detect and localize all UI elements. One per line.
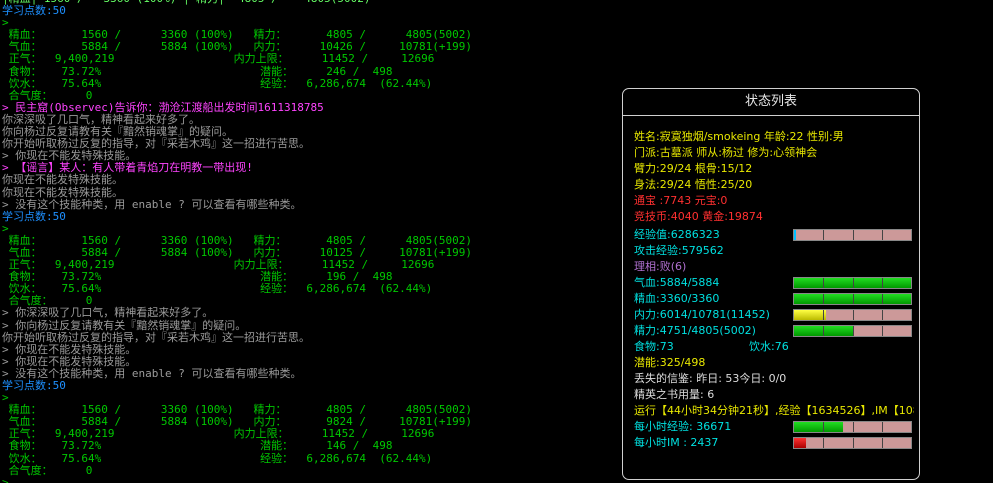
- bar-divider: [823, 422, 825, 432]
- terminal-line: > 你深深吸了几口气，精神看起来好多了。: [2, 306, 214, 320]
- bar-divider: [881, 278, 883, 288]
- sect-line: 门派:古墓派 师从:杨过 修为:心领神会: [634, 146, 818, 159]
- attr-line-1: 臂力:29/24 根骨:15/12: [634, 162, 753, 175]
- bar-divider: [852, 326, 854, 336]
- bar-divider: [881, 310, 883, 320]
- im-hour-label: 每小时IM : 2437: [634, 436, 719, 449]
- bar-divider: [881, 294, 883, 304]
- tongbao-line: 通宝 :7743 元宝:0: [634, 194, 728, 207]
- bar-divider: [852, 278, 854, 288]
- bar-divider: [823, 278, 825, 288]
- neili-label: 内力:6014/10781(11452): [634, 308, 770, 321]
- bar-divider: [852, 294, 854, 304]
- jingli-label: 精力:4751/4805(5002): [634, 324, 756, 337]
- bar-divider: [823, 294, 825, 304]
- terminal-line: 饮水： 75.64% 经验： 6,286,674 (62.44%): [2, 451, 433, 465]
- bar-divider: [852, 422, 854, 432]
- exp-label: 经验值:6286323: [634, 228, 720, 241]
- terminal-line: > 你向杨过反复请教有关『黯然销魂掌』的疑问。: [2, 318, 247, 332]
- lijiao-label: 理相:败(6): [634, 260, 687, 273]
- attack-exp-label: 攻击经验:579562: [634, 244, 724, 257]
- panel-title: 状态列表: [623, 89, 919, 116]
- attr-line-2: 身法:29/24 悟性:25/20: [634, 178, 753, 191]
- lost-letter-label: 丢失的信鉴: 昨日: 53今日: 0/0: [634, 372, 787, 385]
- exp-hour-bar: [793, 421, 912, 433]
- bar-divider: [852, 310, 854, 320]
- terminal-line: 你开始听取杨过反复的指导，对『采若木鸡』这一招进行苦思。: [2, 330, 310, 344]
- terminal-line: 饮水： 75.64% 经验： 6,286,674 (62.44%): [2, 76, 433, 90]
- im-hour-bar: [793, 437, 912, 449]
- terminal-line: 你现在不能发特殊技能。: [2, 185, 123, 199]
- neili-bar: [793, 309, 912, 321]
- bar-divider: [823, 326, 825, 336]
- bar-divider: [881, 438, 883, 448]
- bar-divider: [823, 310, 825, 320]
- name-line: 姓名:寂寞独烟/smokeing 年龄:22 性别:男: [634, 130, 844, 143]
- terminal-line: 食物： 73.72% 潜能： 246 / 498: [2, 64, 393, 78]
- terminal-line: 学习点数:50: [2, 379, 66, 392]
- terminal-line: > 没有这个技能种类，用 enable ? 可以查看有哪些种类。: [2, 197, 302, 211]
- terminal-line: 你现在不能发特殊技能。: [2, 173, 123, 187]
- terminal-line: 合气度： 0: [2, 463, 93, 477]
- qixue-bar: [793, 277, 912, 289]
- jingxue-bar: [793, 293, 912, 305]
- terminal-line: > 你现在不能发特殊技能。: [2, 342, 137, 356]
- terminal-line: 正气： 9,400,219 内力上限： 11452 / 12696: [2, 52, 435, 66]
- book-label: 精英之书用量: 6: [634, 388, 715, 401]
- terminal-line: 食物： 73.72% 潜能： 146 / 498: [2, 439, 393, 453]
- potential-label: 潜能:325/498: [634, 356, 706, 369]
- qixue-label: 气血:5884/5884: [634, 276, 720, 289]
- status-panel: 状态列表 姓名:寂寞独烟/smokeing 年龄:22 性别:男 门派:古墓派 …: [622, 88, 920, 480]
- bar-divider: [881, 422, 883, 432]
- jingli-bar: [793, 325, 912, 337]
- terminal-line: 饮水： 75.64% 经验： 6,286,674 (62.44%): [2, 282, 433, 296]
- bar-divider: [852, 230, 854, 240]
- bar-divider: [823, 230, 825, 240]
- terminal-line: 学习点数:50: [2, 209, 66, 223]
- exp-bar: [793, 229, 912, 241]
- exp-hour-label: 每小时经验: 36671: [634, 420, 732, 433]
- terminal-line: > 没有这个技能种类，用 enable ? 可以查看有哪些种类。: [2, 366, 302, 380]
- bar-divider: [881, 326, 883, 336]
- terminal-output: │精血│ 1560 / 3360 (100%) │ 精力│ 4805 / 480…: [2, 0, 617, 483]
- bar-divider: [852, 438, 854, 448]
- food-label: 食物:73: [634, 340, 674, 353]
- terminal-line: 学习点数:50: [2, 4, 66, 18]
- runtime-label: 运行【44小时34分钟21秒】,经验【1634526】,IM【108: [634, 404, 914, 417]
- jingji-line: 竞技币:4040 黄金:19874: [634, 210, 763, 223]
- jingxue-label: 精血:3360/3360: [634, 292, 720, 305]
- water-label: 饮水:76: [749, 340, 789, 353]
- terminal-line: >: [2, 475, 9, 483]
- bar-divider: [823, 438, 825, 448]
- bar-divider: [881, 230, 883, 240]
